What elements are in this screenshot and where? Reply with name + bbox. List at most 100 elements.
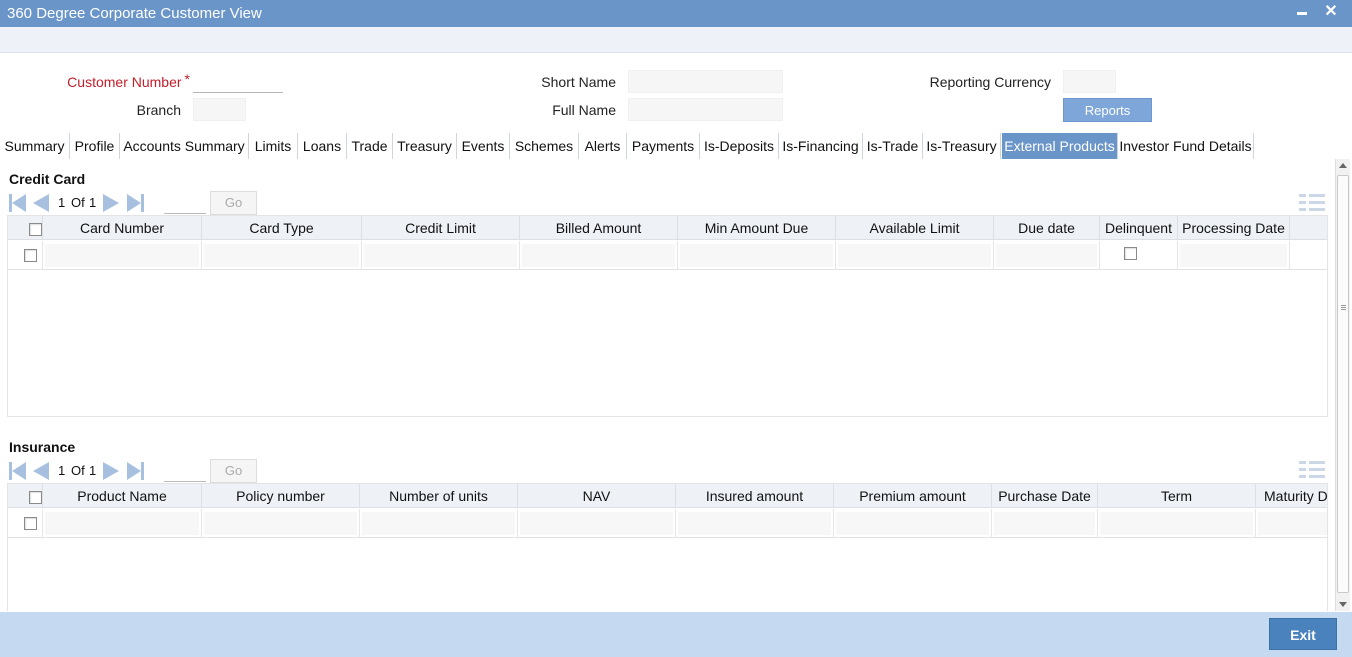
reports-button[interactable]: Reports bbox=[1063, 98, 1152, 122]
column-header[interactable]: Premium amount bbox=[834, 484, 992, 508]
column-header[interactable]: NAV bbox=[518, 484, 676, 508]
last-page-icon[interactable] bbox=[127, 462, 147, 480]
row-checkbox[interactable] bbox=[24, 517, 37, 530]
due-date-cell[interactable] bbox=[994, 241, 1100, 270]
tab-trade[interactable]: Trade bbox=[347, 133, 393, 159]
go-button[interactable]: Go bbox=[210, 459, 257, 483]
column-header[interactable]: Billed Amount bbox=[520, 216, 678, 240]
tab-schemes[interactable]: Schemes bbox=[510, 133, 579, 159]
column-header[interactable]: Min Amount Due bbox=[678, 216, 836, 240]
next-page-icon[interactable] bbox=[101, 462, 121, 480]
card-number-cell[interactable] bbox=[43, 241, 202, 270]
page-current: 1 bbox=[58, 195, 66, 210]
exit-button[interactable]: Exit bbox=[1269, 618, 1337, 650]
page-total: 1 bbox=[89, 195, 97, 210]
card-type-cell[interactable] bbox=[202, 241, 362, 270]
column-header[interactable]: Due date bbox=[994, 216, 1100, 240]
column-header[interactable]: Policy number bbox=[202, 484, 360, 508]
column-settings-icon[interactable] bbox=[1299, 194, 1325, 212]
short-name-input[interactable] bbox=[628, 70, 783, 93]
column-header[interactable]: Available Limit bbox=[836, 216, 994, 240]
reporting-currency-input[interactable] bbox=[1063, 70, 1116, 93]
close-icon[interactable]: ✕ bbox=[1320, 0, 1342, 26]
delinquent-checkbox[interactable] bbox=[1124, 247, 1137, 260]
footer-bar: Exit bbox=[0, 612, 1352, 657]
tab-accounts-summary[interactable]: Accounts Summary bbox=[120, 133, 249, 159]
first-page-icon[interactable] bbox=[7, 194, 27, 212]
first-page-icon[interactable] bbox=[7, 462, 27, 480]
premium-amount-cell[interactable] bbox=[834, 509, 992, 538]
scroll-up-icon[interactable] bbox=[1339, 163, 1347, 168]
column-header[interactable]: Insured amount bbox=[676, 484, 834, 508]
tab-summary[interactable]: Summary bbox=[0, 133, 70, 159]
column-header[interactable]: Product Name bbox=[43, 484, 202, 508]
minimize-icon[interactable] bbox=[1291, 0, 1313, 26]
vertical-scrollbar[interactable] bbox=[1335, 159, 1350, 611]
branch-input[interactable] bbox=[193, 98, 246, 121]
column-header[interactable]: Term bbox=[1098, 484, 1256, 508]
credit-card-title: Credit Card bbox=[9, 171, 86, 187]
window-titlebar: 360 Degree Corporate Customer View ✕ bbox=[0, 0, 1352, 27]
number-of-units-cell[interactable] bbox=[360, 509, 518, 538]
page-number-input[interactable] bbox=[164, 462, 206, 482]
tab-external-products[interactable]: External Products bbox=[1002, 133, 1118, 159]
maturity-date-cell[interactable] bbox=[1256, 509, 1327, 538]
column-header[interactable]: Delinquent bbox=[1100, 216, 1178, 240]
tab-investor-fund-details[interactable]: Investor Fund Details bbox=[1118, 133, 1254, 159]
tab-is-trade[interactable]: Is-Trade bbox=[863, 133, 923, 159]
row-checkbox[interactable] bbox=[24, 249, 37, 262]
select-all-cell bbox=[8, 216, 43, 240]
customer-number-input[interactable] bbox=[193, 70, 283, 93]
tab-alerts[interactable]: Alerts bbox=[579, 133, 627, 159]
tab-treasury[interactable]: Treasury bbox=[393, 133, 457, 159]
select-all-checkbox[interactable] bbox=[29, 491, 42, 504]
column-header[interactable]: Purchase Date bbox=[992, 484, 1098, 508]
insurance-title: Insurance bbox=[9, 439, 76, 455]
go-button[interactable]: Go bbox=[210, 191, 257, 215]
reporting-currency-label: Reporting Currency bbox=[929, 74, 1051, 90]
column-header[interactable]: Credit Limit bbox=[362, 216, 520, 240]
min-amount-due-cell[interactable] bbox=[678, 241, 836, 270]
column-settings-icon[interactable] bbox=[1299, 461, 1325, 479]
tab-profile[interactable]: Profile bbox=[70, 133, 120, 159]
credit-limit-cell[interactable] bbox=[362, 241, 520, 270]
available-limit-cell[interactable] bbox=[836, 241, 994, 270]
column-header[interactable]: Processing Date bbox=[1178, 216, 1290, 240]
full-name-input[interactable] bbox=[628, 98, 783, 121]
product-name-cell[interactable] bbox=[43, 509, 202, 538]
column-header[interactable]: Card Type bbox=[202, 216, 362, 240]
page-total: 1 bbox=[89, 463, 97, 478]
column-header[interactable]: Maturity Da bbox=[1256, 484, 1327, 508]
term-cell[interactable] bbox=[1098, 509, 1256, 538]
billed-amount-cell[interactable] bbox=[520, 241, 678, 270]
tab-events[interactable]: Events bbox=[457, 133, 510, 159]
next-page-icon[interactable] bbox=[101, 194, 121, 212]
processing-date-cell[interactable] bbox=[1178, 241, 1290, 270]
column-header[interactable]: Card Number bbox=[43, 216, 202, 240]
previous-page-icon[interactable] bbox=[31, 194, 51, 212]
tab-loans[interactable]: Loans bbox=[298, 133, 347, 159]
purchase-date-cell[interactable] bbox=[992, 509, 1098, 538]
full-name-label: Full Name bbox=[552, 102, 616, 118]
table-row bbox=[8, 241, 1327, 270]
scroll-down-icon[interactable] bbox=[1339, 602, 1347, 607]
nav-cell[interactable] bbox=[518, 509, 676, 538]
last-page-icon[interactable] bbox=[127, 194, 147, 212]
tab-is-financing[interactable]: Is-Financing bbox=[779, 133, 863, 159]
scroll-thumb[interactable] bbox=[1337, 175, 1349, 593]
row-spacer-cell bbox=[1290, 241, 1327, 270]
select-all-checkbox[interactable] bbox=[29, 223, 42, 236]
previous-page-icon[interactable] bbox=[31, 462, 51, 480]
tab-payments[interactable]: Payments bbox=[627, 133, 700, 159]
tab-is-treasury[interactable]: Is-Treasury bbox=[923, 133, 1001, 159]
tab-limits[interactable]: Limits bbox=[249, 133, 298, 159]
page-number-input[interactable] bbox=[164, 194, 206, 214]
column-header-spacer bbox=[1290, 216, 1327, 240]
column-header[interactable]: Number of units bbox=[360, 484, 518, 508]
insured-amount-cell[interactable] bbox=[676, 509, 834, 538]
window-title: 360 Degree Corporate Customer View bbox=[7, 5, 262, 22]
row-select-cell bbox=[8, 241, 43, 270]
tab-is-deposits[interactable]: Is-Deposits bbox=[700, 133, 779, 159]
page-of-label: Of bbox=[71, 463, 85, 478]
policy-number-cell[interactable] bbox=[202, 509, 360, 538]
